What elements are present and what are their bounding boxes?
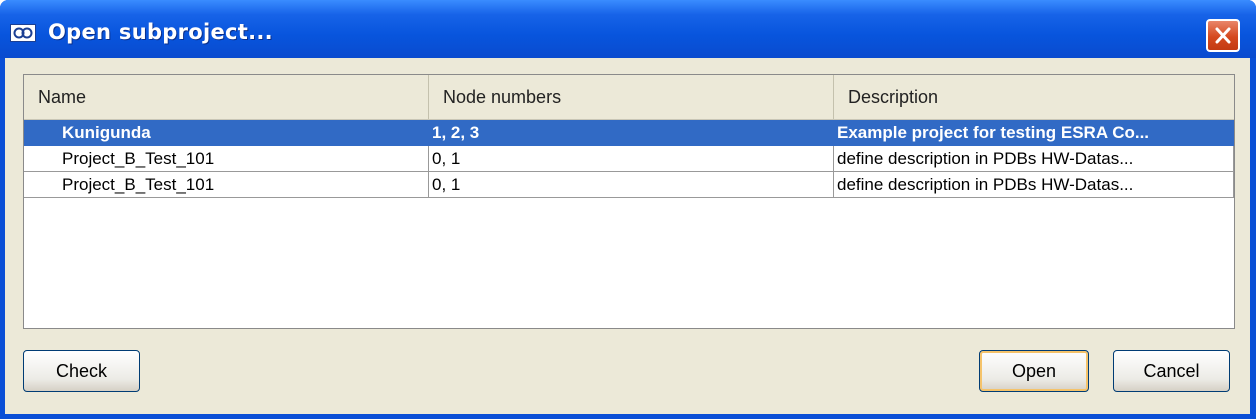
- close-button[interactable]: [1206, 19, 1240, 52]
- table-row[interactable]: Project_B_Test_101 0, 1 define descripti…: [24, 146, 1234, 172]
- app-logo-icon: [10, 24, 36, 42]
- cell-description: define description in PDBs HW-Datas...: [834, 172, 1234, 198]
- cell-name: Project_B_Test_101: [24, 172, 429, 198]
- table-header: Name Node numbers Description: [24, 75, 1234, 120]
- cell-name: Kunigunda: [24, 120, 429, 146]
- window-title: Open subproject...: [48, 20, 273, 44]
- cell-description: define description in PDBs HW-Datas...: [834, 146, 1234, 172]
- cell-name: Project_B_Test_101: [24, 146, 429, 172]
- close-icon: [1215, 27, 1231, 44]
- subproject-table: Name Node numbers Description Kunigunda …: [23, 74, 1235, 329]
- check-button[interactable]: Check: [23, 350, 140, 392]
- open-button[interactable]: Open: [979, 350, 1089, 392]
- cell-node-numbers: 0, 1: [429, 146, 834, 172]
- dialog-body: Name Node numbers Description Kunigunda …: [5, 58, 1250, 414]
- column-header-description[interactable]: Description: [834, 75, 1234, 119]
- cancel-button[interactable]: Cancel: [1113, 350, 1230, 392]
- table-row[interactable]: Project_B_Test_101 0, 1 define descripti…: [24, 172, 1234, 198]
- title-bar[interactable]: Open subproject...: [0, 0, 1256, 58]
- column-header-node-numbers[interactable]: Node numbers: [429, 75, 834, 119]
- dialog-window: Open subproject... Name Node numbers Des…: [0, 0, 1256, 419]
- table-row[interactable]: Kunigunda 1, 2, 3 Example project for te…: [24, 120, 1234, 146]
- column-header-name[interactable]: Name: [24, 75, 429, 119]
- cell-description: Example project for testing ESRA Co...: [834, 120, 1234, 146]
- cell-node-numbers: 0, 1: [429, 172, 834, 198]
- cell-node-numbers: 1, 2, 3: [429, 120, 834, 146]
